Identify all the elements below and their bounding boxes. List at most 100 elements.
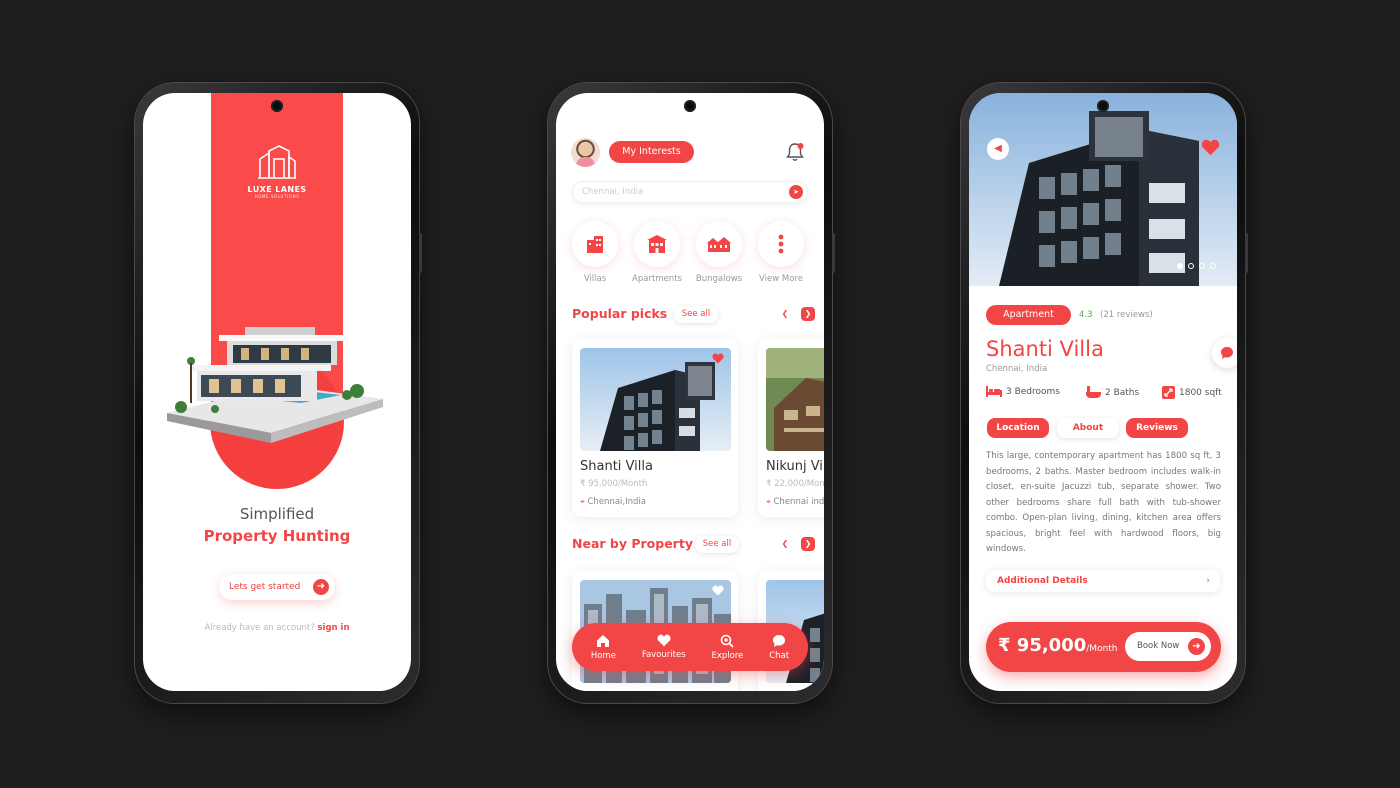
book-now-button[interactable]: Book Now ➜ xyxy=(1125,632,1211,661)
heart-icon[interactable] xyxy=(712,585,724,596)
volume-button xyxy=(832,233,835,273)
home-icon xyxy=(597,634,610,647)
get-started-button[interactable]: Lets get started ➜ xyxy=(219,574,335,600)
tab-location[interactable]: Location xyxy=(987,418,1049,438)
chevron-left-icon[interactable]: ❮ xyxy=(778,307,792,321)
onboarding-title-line2: Property Hunting xyxy=(203,527,351,545)
tab-explore[interactable]: Explore xyxy=(711,634,743,661)
carousel-dot[interactable] xyxy=(1210,263,1216,269)
bed-icon xyxy=(986,386,1002,397)
avatar[interactable] xyxy=(571,138,600,167)
feature-area: 1800 sqft xyxy=(1162,386,1222,399)
chat-button[interactable] xyxy=(1212,338,1237,368)
tab-label: Explore xyxy=(711,650,744,661)
see-all-near-button[interactable]: See all xyxy=(695,536,739,553)
feature-label: 3 Bedrooms xyxy=(1006,386,1060,397)
popular-picks-title: Popular picks xyxy=(572,306,668,321)
search-placeholder: Chennai, India xyxy=(582,187,644,197)
tab-about[interactable]: About xyxy=(1057,418,1119,438)
front-camera xyxy=(684,100,696,112)
back-button[interactable]: ◀ xyxy=(987,138,1009,160)
account-prompt-text: Already have an account? xyxy=(204,623,315,633)
detail-screen: ◀ Apartment 4.3 (21 reviews) Shanti Vill… xyxy=(969,93,1237,691)
heart-icon[interactable] xyxy=(1201,139,1220,156)
property-card[interactable]: Nikunj Villa ₹ 22,000/Month ⌖ Chennai in… xyxy=(758,339,824,517)
property-title: Shanti Villa xyxy=(986,337,1104,361)
heart-icon[interactable] xyxy=(712,353,724,364)
chevron-left-icon[interactable]: ❮ xyxy=(778,537,792,551)
brand-tagline: HOME SOLUTIONS xyxy=(254,194,300,199)
home-screen: My Interests Chennai, India ➤ Villas Apa… xyxy=(556,93,824,691)
property-hero-image[interactable] xyxy=(969,93,1237,286)
front-camera xyxy=(1097,100,1109,112)
category-villas[interactable]: Villas xyxy=(570,221,620,284)
my-interests-button[interactable]: My Interests xyxy=(609,141,694,163)
booking-bar: ₹ 95,000/Month Book Now ➜ xyxy=(986,622,1221,672)
tab-label: Favourites xyxy=(641,650,686,660)
villa-icon xyxy=(587,236,603,253)
feature-label: 1800 sqft xyxy=(1179,387,1222,398)
chevron-right-icon: › xyxy=(1206,576,1210,586)
category-view-more[interactable]: View More xyxy=(756,221,806,284)
chat-icon xyxy=(1221,347,1233,359)
tab-chat[interactable]: Chat xyxy=(769,634,789,661)
arrow-right-icon: ➜ xyxy=(1188,638,1205,655)
phone-home: My Interests Chennai, India ➤ Villas Apa… xyxy=(548,83,835,703)
apartment-icon xyxy=(647,235,667,253)
onboarding-screen: LUXE LANES HOME SOLUTIONS Simplified Pro… xyxy=(143,93,411,691)
property-card[interactable]: Shanti Villa ₹ 95,000/Month ⌖ Chennai,In… xyxy=(572,339,738,517)
additional-details-label: Additional Details xyxy=(997,576,1088,586)
category-label: View More xyxy=(759,274,803,284)
chevron-right-icon[interactable]: ❯ xyxy=(801,537,815,551)
sign-in-link[interactable]: sign in xyxy=(317,623,349,633)
property-city: Chennai, India xyxy=(986,364,1048,374)
carousel-dots[interactable] xyxy=(1177,263,1216,269)
phone-onboarding: LUXE LANES HOME SOLUTIONS Simplified Pro… xyxy=(135,83,422,703)
property-name: Nikunj Villa xyxy=(766,459,824,474)
brand-logo: LUXE LANES HOME SOLUTIONS xyxy=(227,145,327,199)
tab-label: Chat xyxy=(769,650,790,661)
more-vertical-icon xyxy=(778,234,784,254)
tab-home[interactable]: Home xyxy=(591,634,616,661)
price-unit: /Month xyxy=(1086,644,1118,654)
villa-illustration xyxy=(167,327,383,443)
near-by-title: Near by Property xyxy=(572,536,693,551)
review-count[interactable]: (21 reviews) xyxy=(1100,310,1153,320)
search-input[interactable]: Chennai, India ➤ xyxy=(572,181,808,203)
brand-name: LUXE LANES xyxy=(247,185,307,194)
property-name: Shanti Villa xyxy=(580,459,653,474)
book-now-label: Book Now xyxy=(1137,641,1180,651)
category-apartments[interactable]: Apartments xyxy=(632,221,682,284)
property-address: ⌖ Chennai,India xyxy=(580,497,646,507)
location-icon[interactable]: ➤ xyxy=(789,185,803,199)
feature-bedrooms: 3 Bedrooms xyxy=(986,386,1060,397)
area-icon xyxy=(1162,386,1175,399)
tab-favourites[interactable]: Favourites xyxy=(642,634,686,660)
onboarding-title-line1: Simplified xyxy=(239,505,315,523)
category-label: Villas xyxy=(583,274,607,284)
bell-icon[interactable] xyxy=(784,141,806,163)
additional-details-row[interactable]: Additional Details › xyxy=(986,570,1220,592)
category-bungalows[interactable]: Bungalows xyxy=(694,221,744,284)
carousel-dot[interactable] xyxy=(1199,263,1205,269)
tab-reviews[interactable]: Reviews xyxy=(1126,418,1188,438)
chevron-left-icon: ◀ xyxy=(994,143,1002,154)
property-type-tag: Apartment xyxy=(986,305,1071,325)
phone-detail: ◀ Apartment 4.3 (21 reviews) Shanti Vill… xyxy=(961,83,1248,703)
rating-value: 4.3 xyxy=(1079,310,1093,320)
volume-button xyxy=(1245,233,1248,273)
category-label: Apartments xyxy=(632,274,682,284)
carousel-dot[interactable] xyxy=(1177,263,1183,269)
chevron-right-icon[interactable]: ❯ xyxy=(801,307,815,321)
arrow-right-icon: ➜ xyxy=(313,579,329,595)
property-address-text: Chennai,India xyxy=(587,497,646,507)
property-address: ⌖ Chennai india xyxy=(766,497,824,507)
property-image xyxy=(766,348,824,451)
feature-label: 2 Baths xyxy=(1105,387,1140,398)
pin-icon: ⌖ xyxy=(766,497,771,507)
see-all-popular-button[interactable]: See all xyxy=(674,306,718,323)
tab-label: Home xyxy=(590,650,617,661)
volume-button xyxy=(419,233,422,273)
carousel-dot[interactable] xyxy=(1188,263,1194,269)
pin-icon: ⌖ xyxy=(580,497,585,507)
